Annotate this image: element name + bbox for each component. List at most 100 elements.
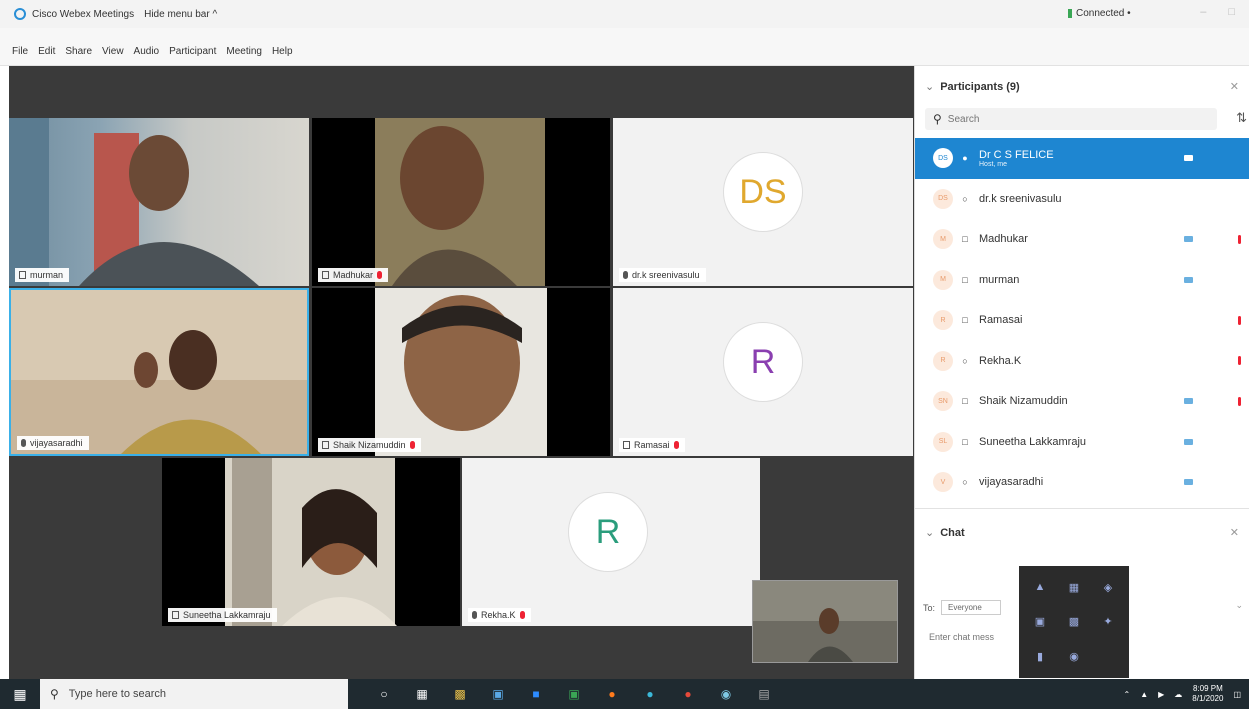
- mic-icon: [472, 611, 477, 619]
- network-icon[interactable]: ▲: [1140, 690, 1148, 699]
- video-tile-ramasai[interactable]: R Ramasai: [613, 288, 913, 456]
- participant-row[interactable]: V ○ vijayasaradhi: [915, 462, 1249, 503]
- cortana-icon[interactable]: ○: [376, 686, 392, 702]
- participant-video: [9, 118, 259, 286]
- computer-icon: □: [962, 396, 968, 407]
- usb-icon[interactable]: ▮: [1027, 643, 1053, 670]
- signal-icon: [1068, 9, 1072, 18]
- name-tag: Shaik Nizamuddin: [318, 438, 421, 452]
- muted-mic-icon[interactable]: [1238, 356, 1241, 366]
- menu-meeting[interactable]: Meeting: [226, 46, 262, 57]
- name-tag: dr.k sreenivasulu: [619, 268, 706, 282]
- self-video: [753, 581, 897, 662]
- sort-icon[interactable]: ⇅: [1236, 110, 1247, 126]
- video-tile-rekha[interactable]: R Rekha.K: [462, 458, 760, 626]
- minimize-icon[interactable]: –: [1200, 6, 1206, 18]
- chevron-down-icon[interactable]: ⌄: [1235, 600, 1243, 611]
- recipient-select[interactable]: Everyone: [941, 600, 1002, 615]
- tray-app-icon[interactable]: ▣: [1027, 609, 1053, 636]
- chat-recipient: To: Everyone: [923, 600, 1002, 615]
- video-tile-murman[interactable]: murman: [9, 118, 309, 286]
- computer-icon: □: [962, 315, 968, 326]
- avatar: M: [933, 269, 953, 290]
- participant-row[interactable]: M □ murman: [915, 260, 1249, 301]
- name-tag: Ramasai: [619, 438, 685, 452]
- avatar-initials: R: [723, 322, 803, 402]
- mic-icon: [623, 271, 628, 279]
- menu-help[interactable]: Help: [272, 46, 293, 57]
- taskbar-search[interactable]: ⚲ Type here to search: [40, 679, 348, 709]
- participant-search[interactable]: ⚲: [925, 108, 1217, 130]
- menu-audio[interactable]: Audio: [134, 46, 160, 57]
- maximize-icon[interactable]: □: [1228, 6, 1235, 18]
- participant-name: Madhukar: [979, 233, 1028, 246]
- video-tile-sreenivasulu[interactable]: DS dr.k sreenivasulu: [613, 118, 913, 286]
- menu-view[interactable]: View: [102, 46, 124, 57]
- chrome-icon[interactable]: ●: [680, 686, 696, 702]
- participant-row[interactable]: R ○ Rekha.K: [915, 341, 1249, 382]
- hide-menu-bar-button[interactable]: Hide menu bar ^: [144, 9, 217, 20]
- computer-icon: [19, 271, 26, 279]
- participant-name: vijayasaradhi: [979, 476, 1044, 489]
- video-tile-vijayasaradhi[interactable]: vijayasaradhi: [9, 288, 309, 456]
- cloud-icon[interactable]: ☁: [1174, 690, 1182, 699]
- chevron-up-icon[interactable]: ⌃: [1124, 690, 1131, 699]
- menu-file[interactable]: File: [12, 46, 28, 57]
- tray-app-icon[interactable]: ▩: [1061, 609, 1087, 636]
- name-tag: Madhukar: [318, 268, 389, 282]
- participant-row[interactable]: DS ○ dr.k sreenivasulu: [915, 179, 1249, 220]
- camera-icon: [1184, 276, 1193, 283]
- firefox-icon[interactable]: ●: [604, 686, 620, 702]
- bluetooth-icon[interactable]: ◈: [1095, 574, 1121, 601]
- video-tile-madhukar[interactable]: Madhukar: [312, 118, 610, 286]
- computer-icon: [322, 441, 329, 449]
- muted-mic-icon[interactable]: [1238, 396, 1241, 406]
- video-tile-suneetha[interactable]: Suneetha Lakkamraju: [162, 458, 460, 626]
- participant-row[interactable]: SN □ Shaik Nizamuddin: [915, 381, 1249, 422]
- connection-status-label: Connected •: [1076, 8, 1131, 19]
- edge-icon[interactable]: ●: [642, 686, 658, 702]
- search-input[interactable]: [947, 113, 1198, 125]
- volume-icon[interactable]: ▶: [1158, 690, 1164, 699]
- search-icon: ⚲: [50, 687, 59, 701]
- avatar: R: [933, 350, 953, 371]
- participant-name: Dr C S FELICE: [979, 148, 1054, 161]
- participant-row[interactable]: DS ● Dr C S FELICE Host, me: [915, 138, 1249, 179]
- menu-participant[interactable]: Participant: [169, 46, 216, 57]
- webex-icon[interactable]: ◉: [718, 686, 734, 702]
- file-explorer-icon[interactable]: ▩: [452, 686, 468, 702]
- participants-panel-header[interactable]: ⌄ Participants (9): [925, 80, 1020, 94]
- tray-app-icon[interactable]: ◉: [1061, 643, 1087, 670]
- close-icon[interactable]: ✕: [1230, 526, 1239, 539]
- taskbar: ▦ ⚲ Type here to search ○ ▦ ▩ ▣ ■ ▣ ● ● …: [0, 679, 1249, 709]
- chat-panel-header[interactable]: ⌄ Chat: [925, 526, 965, 540]
- task-view-icon[interactable]: ▦: [414, 686, 430, 702]
- self-video-preview[interactable]: [752, 580, 898, 663]
- tray-app-icon[interactable]: ▲: [1027, 574, 1053, 601]
- connection-status[interactable]: Connected •: [1068, 8, 1131, 19]
- mic-icon: ●: [962, 153, 968, 164]
- calculator-icon[interactable]: ▤: [756, 686, 772, 702]
- name-tag: murman: [15, 268, 70, 282]
- notifications-icon[interactable]: ◫: [1233, 690, 1241, 699]
- participant-video: [225, 458, 397, 626]
- camera-icon: [1184, 398, 1193, 405]
- menu-share[interactable]: Share: [65, 46, 92, 57]
- close-icon[interactable]: ✕: [1230, 80, 1239, 93]
- tray-app-icon[interactable]: ▦: [1061, 574, 1087, 601]
- participant-row[interactable]: M □ Madhukar: [915, 219, 1249, 260]
- muted-mic-icon[interactable]: [1238, 315, 1241, 325]
- menu-edit[interactable]: Edit: [38, 46, 55, 57]
- clock[interactable]: 8:09 PM 8/1/2020: [1192, 684, 1223, 704]
- participant-row[interactable]: R □ Ramasai: [915, 300, 1249, 341]
- zoom-icon[interactable]: ■: [528, 686, 544, 702]
- participant-row[interactable]: SL □ Suneetha Lakkamraju: [915, 422, 1249, 463]
- muted-mic-icon[interactable]: [1238, 234, 1241, 244]
- tray-app-icon[interactable]: ✦: [1095, 609, 1121, 636]
- avatar-initials: DS: [723, 152, 803, 232]
- windows-start-icon[interactable]: ▦: [0, 679, 40, 709]
- excel-icon[interactable]: ▣: [566, 686, 582, 702]
- video-tile-shaik[interactable]: Shaik Nizamuddin: [312, 288, 610, 456]
- store-icon[interactable]: ▣: [490, 686, 506, 702]
- participants-title: Participants (9): [940, 80, 1020, 93]
